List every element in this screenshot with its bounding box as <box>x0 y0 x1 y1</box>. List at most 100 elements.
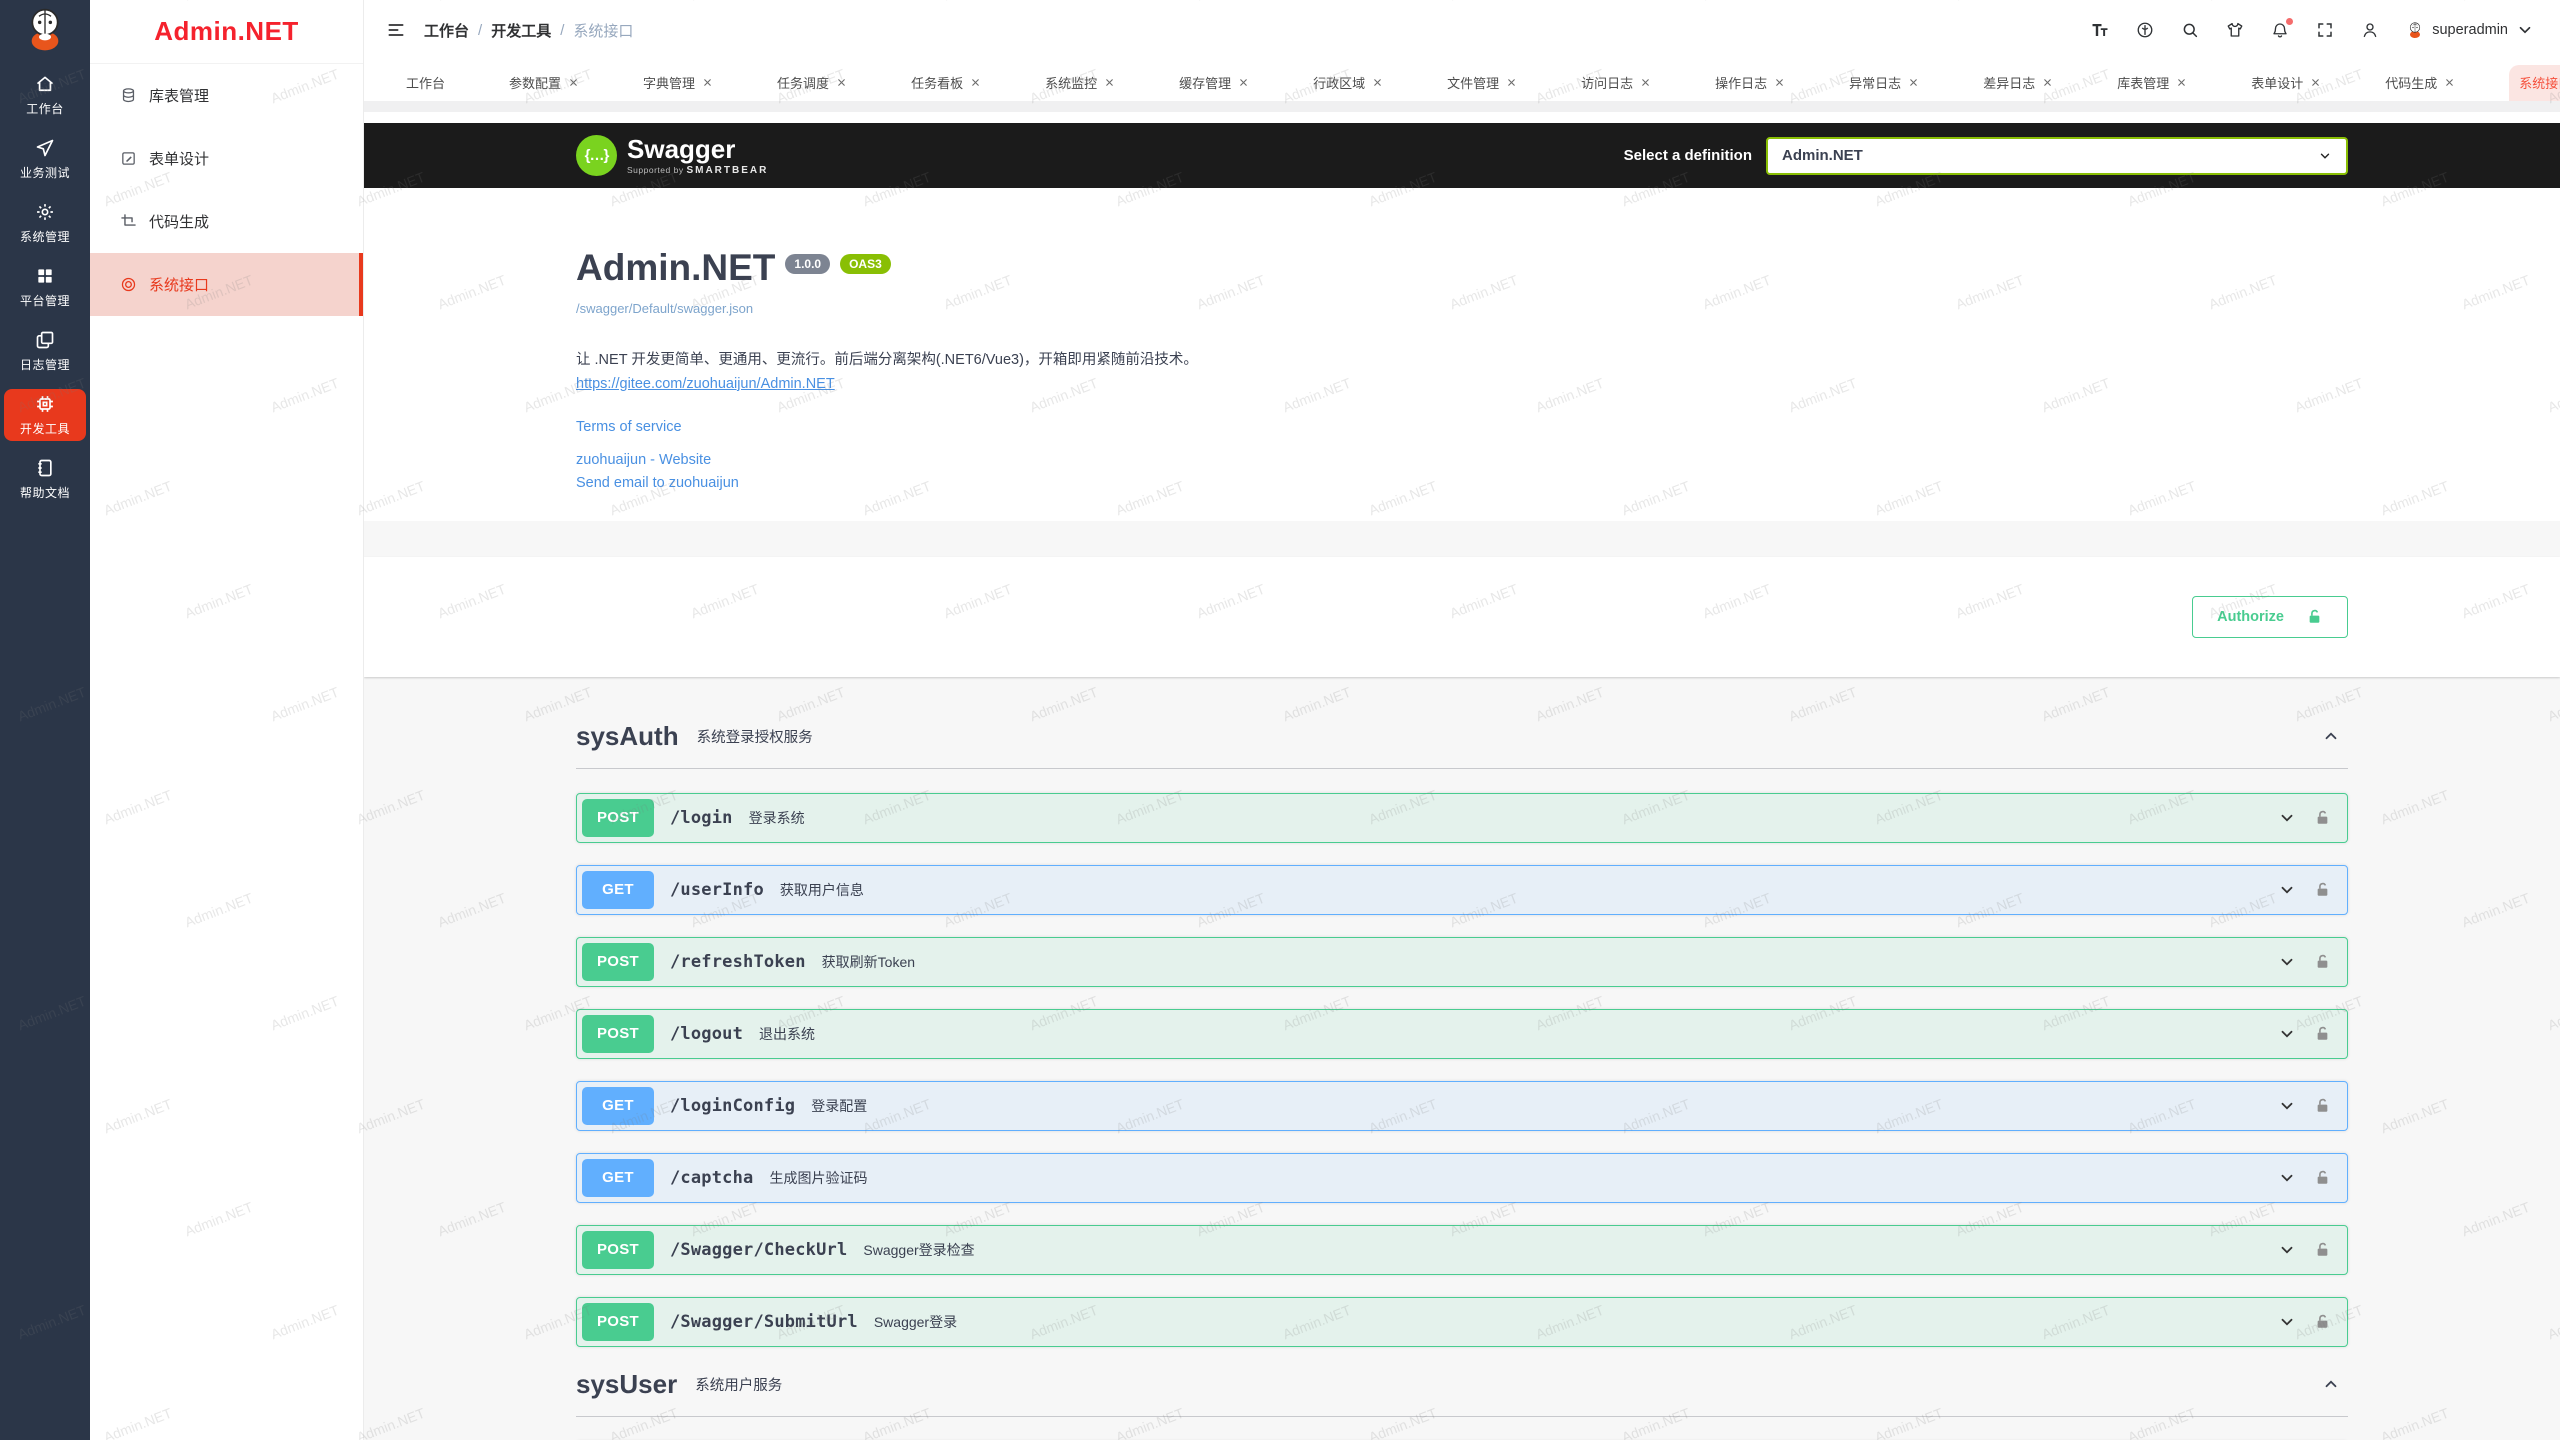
chevron-down-icon[interactable] <box>2278 953 2296 971</box>
rail-item-log-admin[interactable]: 日志管理 <box>4 325 86 377</box>
close-icon[interactable] <box>836 77 847 88</box>
operation-row-/refreshToken[interactable]: POST /refreshToken 获取刷新Token <box>576 937 2348 987</box>
operation-row-/captcha[interactable]: GET /captcha 生成图片验证码 <box>576 1153 2348 1203</box>
close-icon[interactable] <box>702 77 713 88</box>
swagger-logo-text: Swagger <box>627 136 768 162</box>
fullscreen-icon[interactable] <box>2316 21 2334 39</box>
tab-工作台[interactable]: 工作台 <box>396 65 455 101</box>
tab-库表管理[interactable]: 库表管理 <box>2107 65 2197 101</box>
close-icon[interactable] <box>1640 77 1651 88</box>
unlock-icon <box>2306 608 2323 625</box>
operation-row-/userInfo[interactable]: GET /userInfo 获取用户信息 <box>576 865 2348 915</box>
tab-任务调度[interactable]: 任务调度 <box>767 65 857 101</box>
section-header[interactable]: sysUser 系统用户服务 <box>576 1369 2348 1417</box>
database-icon <box>120 87 137 104</box>
method-badge: GET <box>582 1087 654 1125</box>
sidebar-item-system-api[interactable]: 系统接口 <box>90 253 363 316</box>
tab-文件管理[interactable]: 文件管理 <box>1437 65 1527 101</box>
unlock-icon[interactable] <box>2314 1025 2331 1042</box>
close-icon[interactable] <box>2042 77 2053 88</box>
rail-item-help-docs[interactable]: 帮助文档 <box>4 453 86 505</box>
unlock-icon[interactable] <box>2314 1241 2331 1258</box>
close-icon[interactable] <box>1372 77 1383 88</box>
tab-系统接口[interactable]: 系统接口 <box>2509 65 2560 101</box>
email-link[interactable]: Send email to zuohuaijun <box>576 475 2348 491</box>
profile-icon[interactable] <box>2361 21 2379 39</box>
sidebar-logo[interactable]: Admin.NET <box>90 0 363 64</box>
tab-访问日志[interactable]: 访问日志 <box>1571 65 1661 101</box>
user-menu[interactable]: superadmin <box>2406 21 2534 39</box>
tab-代码生成[interactable]: 代码生成 <box>2375 65 2465 101</box>
authorize-button[interactable]: Authorize <box>2192 596 2348 638</box>
unlock-icon[interactable] <box>2314 809 2331 826</box>
tab-缓存管理[interactable]: 缓存管理 <box>1169 65 1259 101</box>
close-icon[interactable] <box>1774 77 1785 88</box>
notification-bell-icon[interactable] <box>2271 21 2289 39</box>
unlock-icon[interactable] <box>2314 1097 2331 1114</box>
sidebar-item-db-table[interactable]: 库表管理 <box>90 64 363 127</box>
chevron-down-icon[interactable] <box>2278 1241 2296 1259</box>
operation-path: /logout <box>670 1024 743 1044</box>
tab-参数配置[interactable]: 参数配置 <box>499 65 589 101</box>
tab-表单设计[interactable]: 表单设计 <box>2241 65 2331 101</box>
crop-icon <box>120 213 137 230</box>
grid-icon <box>35 266 55 286</box>
collapse-sidebar-icon[interactable] <box>386 20 406 40</box>
rail-item-platform-admin[interactable]: 平台管理 <box>4 261 86 313</box>
unlock-icon[interactable] <box>2314 881 2331 898</box>
chevron-down-icon[interactable] <box>2278 881 2296 899</box>
chevron-down-icon[interactable] <box>2278 1097 2296 1115</box>
tab-行政区域[interactable]: 行政区域 <box>1303 65 1393 101</box>
chevron-up-icon[interactable] <box>2322 727 2340 745</box>
close-icon[interactable] <box>2310 77 2321 88</box>
operation-row-/Swagger/CheckUrl[interactable]: POST /Swagger/CheckUrl Swagger登录检查 <box>576 1225 2348 1275</box>
topbar-actions: superadmin <box>2091 21 2534 39</box>
language-icon[interactable] <box>2136 21 2154 39</box>
chevron-down-icon[interactable] <box>2278 1169 2296 1187</box>
close-icon[interactable] <box>1506 77 1517 88</box>
operation-row-/login[interactable]: POST /login 登录系统 <box>576 793 2348 843</box>
sidebar-item-code-gen[interactable]: 代码生成 <box>90 190 363 253</box>
repo-link[interactable]: https://gitee.com/zuohuaijun/Admin.NET <box>576 376 835 392</box>
breadcrumb-item[interactable]: 开发工具 <box>491 20 551 41</box>
chevron-down-icon[interactable] <box>2278 1025 2296 1043</box>
unlock-icon[interactable] <box>2314 1169 2331 1186</box>
app-logo-avatar[interactable] <box>21 5 69 53</box>
tab-字典管理[interactable]: 字典管理 <box>633 65 723 101</box>
tab-异常日志[interactable]: 异常日志 <box>1839 65 1929 101</box>
operation-row-/loginConfig[interactable]: GET /loginConfig 登录配置 <box>576 1081 2348 1131</box>
unlock-icon[interactable] <box>2314 1313 2331 1330</box>
close-icon[interactable] <box>2176 77 2187 88</box>
rail-item-system-admin[interactable]: 系统管理 <box>4 197 86 249</box>
close-icon[interactable] <box>1104 77 1115 88</box>
chevron-up-icon[interactable] <box>2322 1375 2340 1393</box>
close-icon[interactable] <box>568 77 579 88</box>
tab-任务看板[interactable]: 任务看板 <box>901 65 991 101</box>
close-icon[interactable] <box>970 77 981 88</box>
theme-icon[interactable] <box>2226 21 2244 39</box>
breadcrumb-item[interactable]: 工作台 <box>424 20 469 41</box>
definition-select[interactable]: Admin.NET <box>1766 137 2348 175</box>
rail-item-business-test[interactable]: 业务测试 <box>4 133 86 185</box>
content-area: {…} Swagger Supported by SMARTBEAR Selec… <box>364 112 2560 1440</box>
chevron-down-icon[interactable] <box>2278 1313 2296 1331</box>
close-icon[interactable] <box>2444 77 2455 88</box>
unlock-icon[interactable] <box>2314 953 2331 970</box>
close-icon[interactable] <box>1238 77 1249 88</box>
sidebar-item-form-design[interactable]: 表单设计 <box>90 127 363 190</box>
tab-差异日志[interactable]: 差异日志 <box>1973 65 2063 101</box>
font-size-icon[interactable] <box>2091 21 2109 39</box>
operation-row-/logout[interactable]: POST /logout 退出系统 <box>576 1009 2348 1059</box>
chevron-down-icon[interactable] <box>2278 809 2296 827</box>
search-icon[interactable] <box>2181 21 2199 39</box>
rail-item-dev-tools[interactable]: 开发工具 <box>4 389 86 441</box>
terms-of-service-link[interactable]: Terms of service <box>576 419 2348 435</box>
operation-row-/Swagger/SubmitUrl[interactable]: POST /Swagger/SubmitUrl Swagger登录 <box>576 1297 2348 1347</box>
section-header[interactable]: sysAuth 系统登录授权服务 <box>576 721 2348 769</box>
website-link[interactable]: zuohuaijun - Website <box>576 452 2348 468</box>
rail-item-workbench[interactable]: 工作台 <box>4 69 86 121</box>
tab-系统监控[interactable]: 系统监控 <box>1035 65 1125 101</box>
spec-url-link[interactable]: /swagger/Default/swagger.json <box>576 301 2348 316</box>
close-icon[interactable] <box>1908 77 1919 88</box>
tab-操作日志[interactable]: 操作日志 <box>1705 65 1795 101</box>
